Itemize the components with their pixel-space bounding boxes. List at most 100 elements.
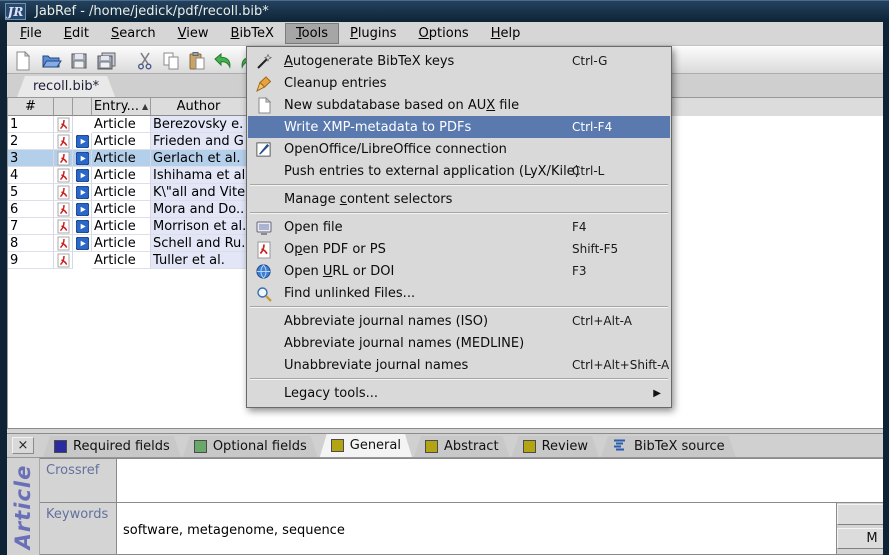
- pdf-file-icon[interactable]: [54, 235, 73, 252]
- menu-tools[interactable]: Tools: [285, 23, 339, 44]
- keywords-input[interactable]: [117, 503, 836, 554]
- web-link-icon[interactable]: [73, 133, 92, 150]
- menu-item-open-url[interactable]: Open URL or DOI F3: [248, 260, 670, 282]
- menu-item-autogenerate-keys[interactable]: Autogenerate BibTeX keys Ctrl-G: [248, 50, 670, 72]
- undo-icon[interactable]: [211, 49, 235, 73]
- menu-help[interactable]: Help: [480, 23, 532, 44]
- menu-item-unabbreviate[interactable]: Unabbreviate journal names Ctrl+Alt+Shif…: [248, 354, 670, 376]
- menu-item-open-pdf[interactable]: Open PDF or PS Shift-F5: [248, 238, 670, 260]
- menu-item-openoffice-connection[interactable]: OpenOffice/LibreOffice connection: [248, 138, 670, 160]
- keywords-row: Keywords M: [40, 503, 883, 555]
- menu-options[interactable]: Options: [408, 23, 480, 44]
- shortcut-label: Ctrl-G: [572, 54, 607, 68]
- tab-general[interactable]: General: [320, 434, 412, 457]
- entry-type-label: Article: [11, 464, 35, 549]
- save-icon[interactable]: [67, 49, 91, 73]
- file-tab[interactable]: recoll.bib*: [17, 76, 115, 97]
- menu-item-open-file[interactable]: Open file F4: [248, 216, 670, 238]
- manage-button[interactable]: M: [837, 528, 883, 549]
- tab-required-fields[interactable]: Required fields: [43, 436, 181, 457]
- wand-icon: [254, 52, 273, 71]
- menu-item-label: Abbreviate journal names (MEDLINE): [284, 336, 524, 351]
- shortcut-label: Shift-F5: [572, 242, 618, 256]
- crossref-input[interactable]: [117, 459, 883, 502]
- paste-icon[interactable]: [185, 49, 209, 73]
- pdf-file-icon[interactable]: [54, 201, 73, 218]
- tab-abstract[interactable]: Abstract: [414, 436, 510, 457]
- field-side-buttons: M: [836, 503, 883, 554]
- menu-item-label: New subdatabase based on AUX file: [284, 98, 519, 113]
- menu-item-write-xmp-metadata[interactable]: Write XMP-metadata to PDFs Ctrl-F4: [248, 116, 670, 138]
- menu-item-legacy-tools[interactable]: Legacy tools... ▶: [248, 382, 670, 404]
- open-file-icon: [254, 218, 273, 237]
- header-number[interactable]: #: [8, 98, 54, 116]
- menu-item-label: Unabbreviate journal names: [284, 358, 468, 373]
- header-author[interactable]: Author: [151, 98, 247, 116]
- tab-label: Review: [542, 439, 588, 454]
- cut-icon[interactable]: [133, 49, 157, 73]
- shortcut-label: Ctrl+Alt+Shift-A: [572, 358, 669, 372]
- pdf-file-icon[interactable]: [54, 150, 73, 167]
- source-icon: [612, 438, 628, 456]
- menu-separator: [250, 378, 668, 380]
- pdf-file-icon[interactable]: [54, 252, 73, 269]
- web-link-icon[interactable]: [73, 201, 92, 218]
- title-bar: JR JabRef - /home/jedick/pdf/recoll.bib*: [0, 0, 889, 22]
- tab-label: Optional fields: [213, 439, 307, 454]
- menu-item-new-subdatabase[interactable]: New subdatabase based on AUX file: [248, 94, 670, 116]
- menu-item-manage-content-selectors[interactable]: Manage content selectors: [248, 188, 670, 210]
- menu-item-push-entries[interactable]: Push entries to external application (Ly…: [248, 160, 670, 182]
- open-folder-icon[interactable]: [39, 49, 63, 73]
- entry-type-cell: Article: [92, 133, 151, 150]
- web-link-icon[interactable]: [73, 218, 92, 235]
- close-editor-button[interactable]: ×: [12, 437, 34, 454]
- review-fields-icon: [523, 440, 536, 453]
- save-all-icon[interactable]: [95, 49, 119, 73]
- author-cell: Schell and Ru.: [151, 235, 247, 252]
- menu-search[interactable]: Search: [100, 23, 167, 44]
- row-number: 8: [8, 235, 54, 252]
- menu-edit[interactable]: Edit: [53, 23, 100, 44]
- tab-bibtex-source[interactable]: BibTeX source: [601, 436, 736, 457]
- pdf-file-icon[interactable]: [54, 184, 73, 201]
- entry-type-cell: Article: [92, 201, 151, 218]
- menu-plugins[interactable]: Plugins: [339, 23, 408, 44]
- shortcut-label: Ctrl+Alt-A: [572, 314, 632, 328]
- web-link-icon[interactable]: [73, 167, 92, 184]
- web-link-icon[interactable]: [73, 235, 92, 252]
- web-link-icon[interactable]: [73, 150, 92, 167]
- pdf-file-icon[interactable]: [54, 133, 73, 150]
- tab-label: Abstract: [444, 439, 499, 454]
- submenu-arrow-icon: ▶: [653, 388, 661, 399]
- new-page-icon: [254, 96, 273, 115]
- pdf-file-icon[interactable]: [54, 218, 73, 235]
- row-number: 5: [8, 184, 54, 201]
- author-cell: Morrison et al.: [151, 218, 247, 235]
- menu-separator: [250, 212, 668, 214]
- tools-menu: Autogenerate BibTeX keys Ctrl-G Cleanup …: [246, 46, 672, 408]
- copy-icon[interactable]: [159, 49, 183, 73]
- menu-item-find-unlinked-files[interactable]: Find unlinked Files...: [248, 282, 670, 304]
- menu-file[interactable]: File: [9, 23, 53, 44]
- web-link-icon[interactable]: [73, 184, 92, 201]
- tab-review[interactable]: Review: [512, 436, 599, 457]
- tab-label: Required fields: [73, 439, 170, 454]
- row-number: 1: [8, 116, 54, 133]
- menu-view[interactable]: View: [167, 23, 220, 44]
- menu-bibtex[interactable]: BibTeX: [220, 23, 285, 44]
- tab-optional-fields[interactable]: Optional fields: [183, 436, 318, 457]
- menu-item-abbreviate-iso[interactable]: Abbreviate journal names (ISO) Ctrl+Alt-…: [248, 310, 670, 332]
- pdf-file-icon[interactable]: [54, 116, 73, 133]
- header-pdf[interactable]: [54, 98, 73, 116]
- openoffice-pen-icon: [254, 140, 273, 159]
- menu-item-cleanup-entries[interactable]: Cleanup entries: [248, 72, 670, 94]
- crossref-label: Crossref: [40, 459, 117, 502]
- field-extra-button[interactable]: [837, 504, 883, 525]
- author-cell: Berezovsky e.: [151, 116, 247, 133]
- header-entrytype[interactable]: Entry...▲: [92, 98, 151, 116]
- menu-item-abbreviate-medline[interactable]: Abbreviate journal names (MEDLINE): [248, 332, 670, 354]
- pdf-file-icon[interactable]: [54, 167, 73, 184]
- new-file-icon[interactable]: [11, 49, 35, 73]
- header-web[interactable]: [73, 98, 92, 116]
- menu-separator: [250, 184, 668, 186]
